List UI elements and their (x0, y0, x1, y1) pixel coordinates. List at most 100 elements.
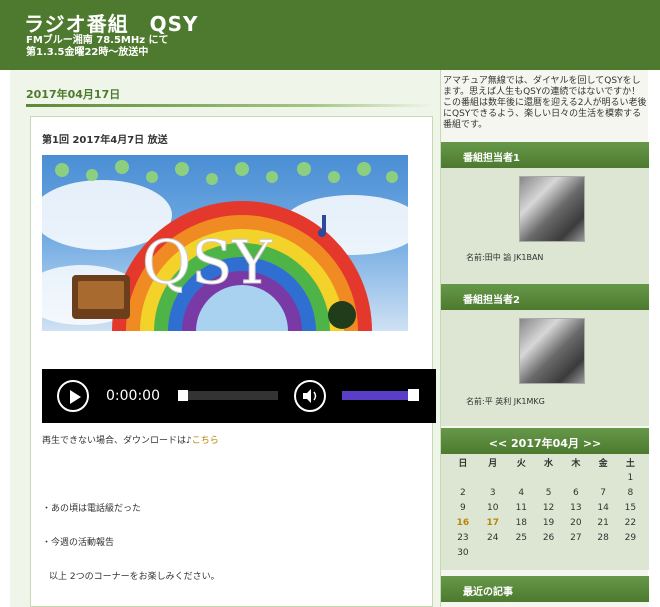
calendar-day: 20 (570, 517, 582, 528)
seek-thumb[interactable] (178, 390, 188, 401)
calendar-day[interactable]: 16 (448, 515, 478, 530)
entry-title: 第1回 2017年4月7日 放送 (42, 135, 168, 146)
calendar-weekday: 木 (571, 458, 581, 469)
member1-avatar (519, 176, 585, 242)
calendar-day (562, 470, 589, 485)
member1-heading-label: 番組担当者1 (463, 153, 520, 164)
calendar-day: 5 (545, 487, 552, 498)
calendar-day: 6 (572, 487, 579, 498)
playback-time: 0:00:00 (106, 388, 160, 404)
main-column: 2017年04月17日 第1回 2017年4月7日 放送 QSY 0:00:00… (10, 70, 440, 607)
calendar-weekday: 水 (544, 458, 554, 469)
site-header: ラジオ番組 QSY FMブルー湘南 78.5MHz にて 第1.3.5金曜22時… (0, 0, 660, 70)
volume-slider[interactable] (342, 391, 418, 400)
audio-player: 0:00:00 (42, 369, 436, 423)
blog-entry: 第1回 2017年4月7日 放送 QSY 0:00:00 再生できない場合、ダウ… (30, 116, 436, 607)
member1-heading: 番組担当者1 (441, 142, 649, 168)
calendar-day (562, 545, 589, 560)
closing-text: 以上 2つのコーナーをお楽しみください。 (49, 572, 220, 582)
recent-posts-heading: 最近の記事 (441, 576, 649, 602)
calendar-header: << 2017年04月 >> (441, 428, 649, 454)
calendar-week: 23 24 25 26 27 28 29 (448, 530, 644, 545)
calendar-day: 13 (570, 502, 582, 513)
subtitle-line-2: 第1.3.5金曜22時〜放送中 (26, 47, 149, 58)
calendar-week: 9 10 11 12 13 14 15 (448, 500, 644, 515)
banner-logo-text: QSY (142, 228, 273, 298)
calendar-day: 4 (518, 487, 525, 498)
calendar-day: 8 (627, 487, 634, 498)
calendar-nav: << 2017年04月 >> (441, 435, 649, 451)
calendar-day: 25 (515, 532, 528, 543)
member2-heading: 番組担当者2 (441, 284, 649, 310)
site-subtitle: FMブルー湘南 78.5MHz にて 第1.3.5金曜22時〜放送中 (26, 35, 169, 59)
qsy-banner-image: QSY (42, 155, 408, 331)
calendar-week: 16 17 18 19 20 21 22 (448, 515, 644, 530)
calendar-weekday: 土 (625, 458, 635, 469)
calendar-day (589, 470, 616, 485)
calendar-day: 14 (597, 502, 609, 513)
member2-avatar (519, 318, 585, 384)
calendar-weekday: 月 (488, 458, 498, 469)
calendar-week: 2 3 4 5 6 7 8 (448, 485, 644, 500)
calendar-day: 22 (624, 517, 637, 528)
calendar-day[interactable]: 17 (478, 515, 508, 530)
calendar-day: 29 (624, 532, 637, 543)
bullet-item: ・今週の活動報告 (42, 538, 115, 548)
calendar-month: 2017年04月 (511, 437, 579, 450)
calendar-week: 1 (448, 470, 644, 485)
calendar-day: 23 (457, 532, 469, 543)
calendar-day: 7 (600, 487, 606, 498)
calendar-panel: << 2017年04月 >> 日月火水木金土 1 2 3 4 5 6 7 8 9 10 11 12 13… (441, 428, 649, 570)
sidebar: アマチュア無線では、ダイヤルを回してQSYをします。思えば人生もQSYの連続では… (440, 70, 649, 607)
calendar-day: 9 (460, 502, 466, 513)
member2-heading-label: 番組担当者2 (463, 295, 520, 306)
calendar-day: 18 (515, 517, 528, 528)
calendar-next-link[interactable]: >> (583, 437, 601, 450)
calendar-weekday: 金 (598, 458, 608, 469)
volume-thumb[interactable] (408, 389, 419, 401)
member1-panel: 名前:田中 諭 JK1BAN (441, 168, 649, 284)
calendar-day (535, 470, 562, 485)
download-link[interactable]: こちら (192, 436, 219, 446)
calendar-day (478, 545, 508, 560)
seek-bar[interactable] (178, 391, 278, 400)
calendar-day: 1 (627, 472, 634, 483)
member2-name: 名前:平 英利 JK1MKG (466, 397, 545, 406)
speaker-icon (303, 389, 317, 403)
calendar-day: 10 (487, 502, 499, 513)
calendar-day (508, 470, 535, 485)
calendar-day (508, 545, 535, 560)
calendar-day: 12 (542, 502, 555, 513)
bullet-item: ・あの頃は電話級だった (42, 504, 142, 514)
calendar-day (448, 470, 478, 485)
calendar-day: 15 (624, 502, 637, 513)
calendar-day (478, 470, 508, 485)
member2-panel: 名前:平 英利 JK1MKG (441, 310, 649, 426)
play-button[interactable] (57, 380, 89, 412)
recent-posts-label: 最近の記事 (463, 587, 513, 598)
download-note: 再生できない場合、ダウンロードは♪こちら (42, 433, 219, 446)
download-text: 再生できない場合、ダウンロードは♪ (42, 436, 192, 446)
member1-name: 名前:田中 諭 JK1BAN (466, 253, 544, 262)
calendar-day: 3 (489, 487, 496, 498)
calendar-table: 日月火水木金土 1 2 3 4 5 6 7 8 9 10 11 12 13 14 15 16 17 18 19 20 2… (448, 454, 644, 560)
calendar-day (617, 545, 644, 560)
calendar-weekday: 日 (458, 458, 468, 469)
calendar-day: 26 (542, 532, 555, 543)
date-divider (26, 104, 434, 107)
site-title[interactable]: ラジオ番組 QSY (24, 8, 199, 37)
calendar-prev-link[interactable]: << (489, 437, 507, 450)
calendar-day (589, 545, 616, 560)
calendar-day: 27 (570, 532, 582, 543)
calendar-day (535, 545, 562, 560)
volume-button[interactable] (294, 380, 326, 412)
calendar-day: 2 (460, 487, 466, 498)
calendar-weekday: 火 (516, 458, 526, 469)
calendar-day: 30 (457, 547, 469, 558)
entry-date: 2017年04月17日 (26, 88, 121, 101)
calendar-day: 24 (487, 532, 499, 543)
calendar-week: 30 (448, 545, 644, 560)
subtitle-line-1: FMブルー湘南 78.5MHz にて (26, 35, 169, 46)
calendar-day: 19 (542, 517, 555, 528)
calendar-day: 28 (597, 532, 609, 543)
